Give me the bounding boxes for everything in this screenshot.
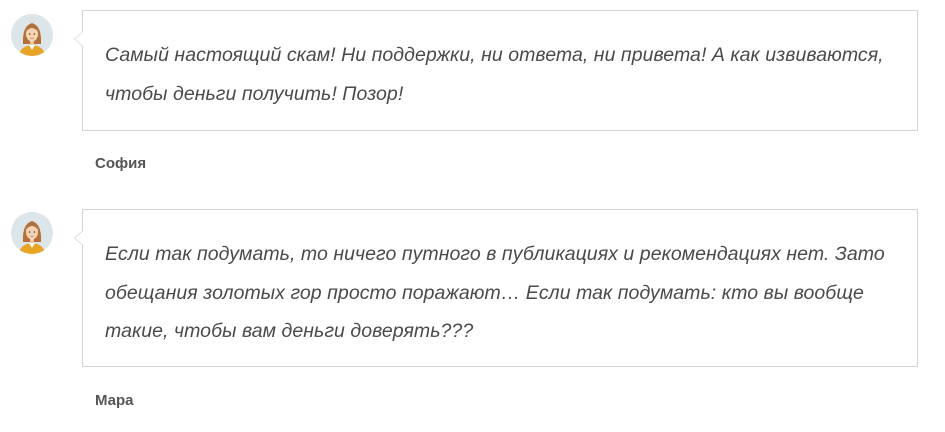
comment-text: Самый настоящий скам! Ни поддержки, ни о… xyxy=(105,44,884,105)
comment-author: София xyxy=(95,155,147,172)
female-user-avatar-icon xyxy=(11,212,53,254)
comment-author: Мара xyxy=(95,392,134,409)
female-user-avatar-icon xyxy=(11,14,53,56)
comment-bubble: Если так подумать, то ничего путного в п… xyxy=(74,209,918,367)
comment-bubble: Самый настоящий скам! Ни поддержки, ни о… xyxy=(74,10,918,131)
comment-text: Если так подумать, то ничего путного в п… xyxy=(105,243,885,342)
